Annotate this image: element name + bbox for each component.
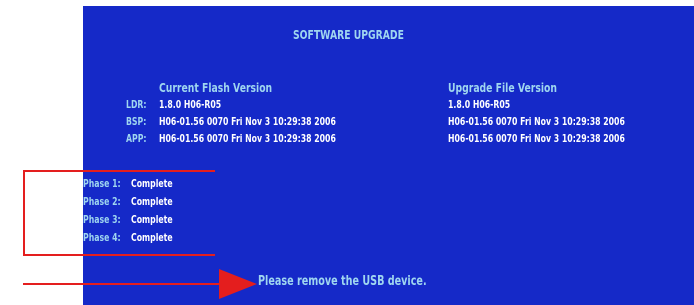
bsp-current-version: H06-01.56 0070 Fri Nov 3 10:29:38 2006 (159, 116, 336, 128)
ldr-label: LDR: (126, 99, 147, 111)
ldr-upgrade-version: 1.8.0 H06-R05 (448, 99, 511, 111)
ldr-current-version: 1.8.0 H06-R05 (159, 99, 222, 111)
phase-3-label: Phase 3: (83, 214, 121, 226)
app-current-version: H06-01.56 0070 Fri Nov 3 10:29:38 2006 (159, 133, 336, 145)
annotation-box-bottom (23, 254, 215, 256)
phase-4-label: Phase 4: (83, 232, 121, 244)
annotation-arrow-head-icon (219, 269, 257, 299)
annotation-arrow-shaft (23, 283, 221, 285)
phase-4-status: Complete (131, 232, 173, 244)
upgrade-file-version-header: Upgrade File Version (448, 80, 557, 95)
phase-3-status: Complete (131, 214, 173, 226)
remove-usb-message: Please remove the USB device. (258, 274, 427, 289)
phase-2-status: Complete (131, 196, 173, 208)
phase-1-label: Phase 1: (83, 178, 121, 190)
screen-title: SOFTWARE UPGRADE (293, 27, 404, 42)
upgrade-screen: SOFTWARE UPGRADE Current Flash Version U… (83, 6, 694, 305)
bsp-upgrade-version: H06-01.56 0070 Fri Nov 3 10:29:38 2006 (448, 116, 625, 128)
current-flash-version-header: Current Flash Version (159, 80, 273, 95)
phase-2-label: Phase 2: (83, 196, 121, 208)
annotation-box-left (23, 170, 25, 256)
bsp-label: BSP: (126, 116, 147, 128)
app-label: APP: (126, 133, 147, 145)
annotation-box-top (23, 170, 215, 172)
app-upgrade-version: H06-01.56 0070 Fri Nov 3 10:29:38 2006 (448, 133, 625, 145)
phase-1-status: Complete (131, 178, 173, 190)
